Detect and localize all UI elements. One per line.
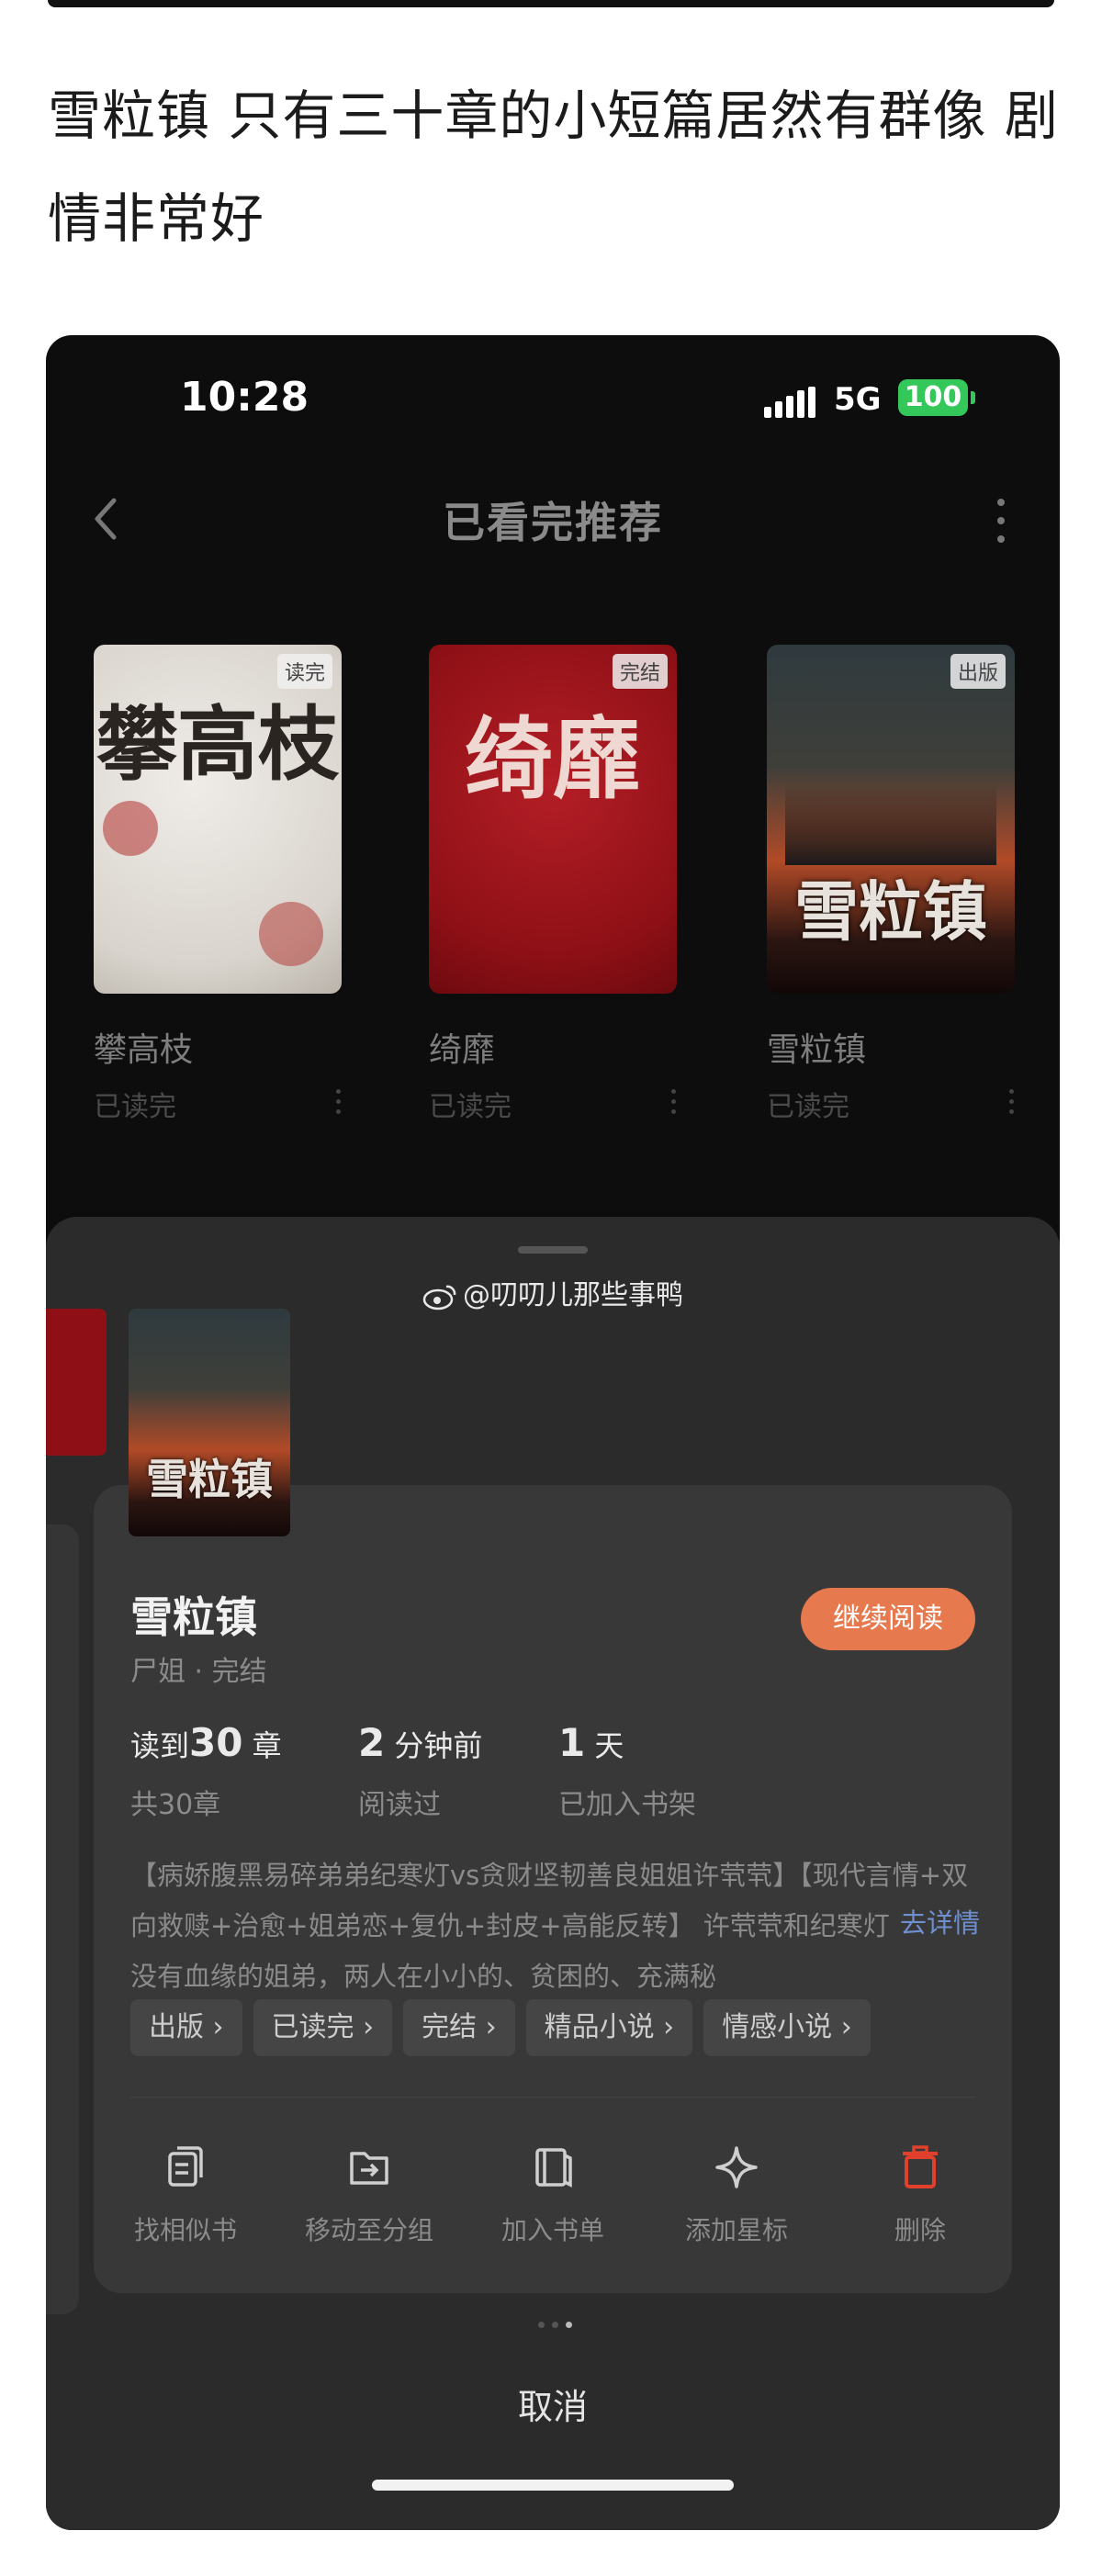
book-cover[interactable]: 攀高枝 读完 <box>94 645 342 994</box>
home-indicator[interactable] <box>372 2480 734 2491</box>
book-cover-thumbnail[interactable]: 雪粒镇 <box>129 1309 290 1536</box>
cancel-button[interactable]: 取消 <box>46 2379 1060 2429</box>
status-time: 10:28 <box>180 374 309 421</box>
move-folder-icon <box>350 2152 388 2185</box>
post-text: 雪粒镇 只有三十章的小短篇居然有群像 剧情非常好 <box>48 84 1059 250</box>
network-type: 5G <box>834 381 882 418</box>
page-title: 已看完推荐 <box>443 498 663 547</box>
book-detail-sheet: @叨叨儿那些事鸭 雪粒镇 雪粒镇 尸姐 · 完结 继续阅读 读到30 章 共30… <box>46 1217 1060 2530</box>
tag-chip[interactable]: 精品小说 › <box>525 1999 693 2056</box>
more-vertical-icon[interactable] <box>992 499 1010 550</box>
see-details-link[interactable]: 去详情 <box>891 1902 981 1940</box>
move-to-group-button[interactable]: 移动至分组 <box>277 2143 461 2247</box>
add-to-booklist-button[interactable]: 加入书单 <box>461 2143 645 2247</box>
cover-title-art: 绮靡 <box>465 707 641 811</box>
tag-chip[interactable]: 出版 › <box>130 1999 242 2056</box>
cover-title-art: 雪粒镇 <box>794 873 987 950</box>
stat-last-read: 2 分钟前 阅读过 <box>358 1720 483 1821</box>
stat-chapters: 读到30 章 共30章 <box>130 1720 282 1821</box>
book-item[interactable]: 绮靡 完结 绮靡 已读完 <box>429 645 677 1124</box>
status-badge: 出版 <box>950 654 1006 689</box>
book-cover[interactable]: 雪粒镇 出版 <box>767 645 1015 994</box>
book-title: 雪粒镇 <box>767 1031 867 1069</box>
stat-shelf-days: 1 天 已加入书架 <box>558 1720 696 1821</box>
battery-icon: 100 <box>898 379 968 416</box>
book-status: 已读完 <box>94 1084 342 1124</box>
book-item[interactable]: 雪粒镇 出版 雪粒镇 已读完 <box>767 645 1015 1124</box>
previous-post-edge <box>48 0 1054 7</box>
book-status: 已读完 <box>767 1084 1015 1124</box>
more-options-icon[interactable] <box>336 1089 342 1119</box>
tag-chip[interactable]: 已读完 › <box>253 1999 393 2056</box>
tag-list: 出版 › 已读完 › 完结 › 精品小说 › 情感小说 › <box>130 1999 1030 2060</box>
action-bar: 找相似书 移动至分组 加入书单 添加星标 删除 <box>94 2143 1012 2253</box>
book-status: 已读完 <box>429 1084 677 1124</box>
status-badge: 完结 <box>612 654 668 689</box>
book-description: 【病娇腹黑易碎弟弟纪寒灯vs贪财坚韧善良姐姐许茕茕】【现代言情+双向救赎+治愈+… <box>130 1860 970 1992</box>
tag-chip[interactable]: 情感小说 › <box>703 1999 871 2056</box>
more-options-icon[interactable] <box>1009 1089 1015 1119</box>
booklist-icon <box>535 2148 572 2188</box>
book-title: 攀高枝 <box>94 1031 194 1069</box>
trash-icon <box>903 2145 938 2188</box>
weibo-watermark: @叨叨儿那些事鸭 <box>46 1272 1060 1312</box>
add-star-button[interactable]: 添加星标 <box>645 2143 828 2247</box>
book-item[interactable]: 攀高枝 读完 攀高枝 已读完 <box>94 645 342 1124</box>
book-title: 绮靡 <box>429 1031 496 1069</box>
phone-screenshot: 10:28 5G 100 已看完推荐 攀高枝 读完 攀高枝 已读完 绮靡 完结 <box>46 335 1060 2530</box>
star-icon <box>715 2146 758 2188</box>
tag-chip[interactable]: 完结 › <box>403 1999 515 2056</box>
drag-handle[interactable] <box>518 1246 588 1254</box>
cover-title-art: 攀高枝 <box>96 696 339 792</box>
page-indicator <box>534 2314 576 2332</box>
cover-title-art: 雪粒镇 <box>146 1455 273 1504</box>
divider <box>130 2097 975 2098</box>
book-cover[interactable]: 绮靡 完结 <box>429 645 677 994</box>
weibo-icon <box>422 1285 456 1310</box>
find-similar-button[interactable]: 找相似书 <box>94 2143 277 2247</box>
book-author-status: 尸姐 · 完结 <box>130 1656 267 1688</box>
status-badge: 读完 <box>276 654 332 689</box>
delete-button[interactable]: 删除 <box>828 2143 1012 2247</box>
continue-reading-button[interactable]: 继续阅读 <box>801 1588 975 1650</box>
book-title: 雪粒镇 <box>130 1592 257 1642</box>
signal-icon <box>764 387 817 418</box>
previous-cover-peek[interactable] <box>46 1309 107 1456</box>
battery-cap <box>971 391 975 404</box>
more-options-icon[interactable] <box>671 1089 677 1119</box>
previous-card-peek[interactable] <box>46 1524 79 2314</box>
similar-book-icon <box>168 2146 203 2187</box>
